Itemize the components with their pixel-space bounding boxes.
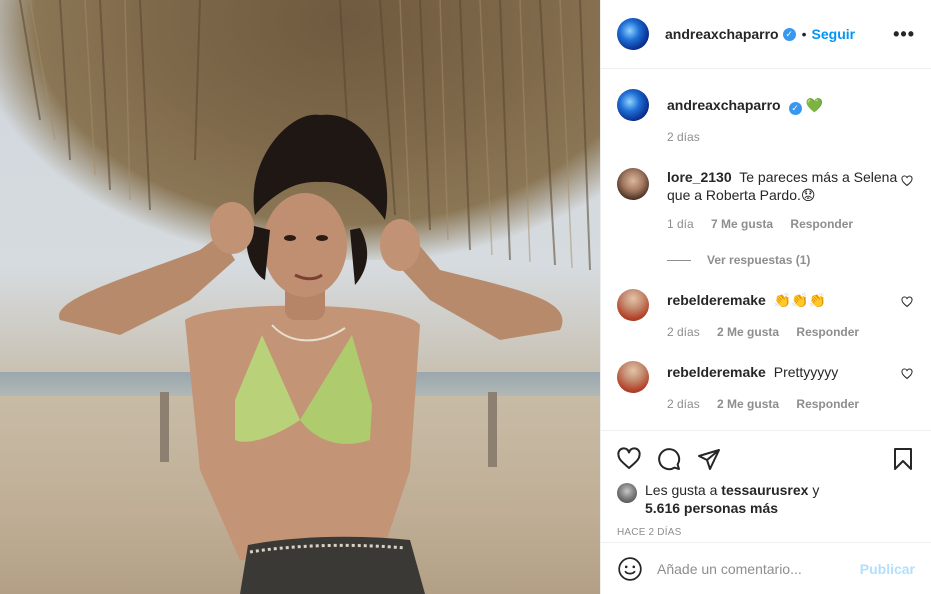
verified-badge-icon: ✓ bbox=[788, 102, 802, 115]
comment-text: Prettyyyyy bbox=[773, 364, 839, 380]
post-header: andreaxchaparro ✓ • Seguir ••• bbox=[601, 0, 931, 69]
caption-text: 💚 bbox=[805, 97, 823, 113]
more-options-icon[interactable]: ••• bbox=[893, 24, 915, 45]
comment-likes[interactable]: 2 Me gusta bbox=[717, 325, 779, 339]
commenter-avatar[interactable] bbox=[617, 289, 649, 321]
comments-list[interactable]: andreaxchaparro ✓ 💚 2 días lore_2130 Te p… bbox=[601, 69, 931, 430]
follow-button[interactable]: Seguir bbox=[812, 26, 856, 42]
caption-avatar[interactable] bbox=[617, 89, 649, 121]
reply-button[interactable]: Responder bbox=[796, 325, 859, 339]
comment-item: rebelderemake 👏👏👏 2 días 2 Me gusta Resp… bbox=[617, 289, 915, 341]
comment-time[interactable]: 2 días bbox=[667, 325, 700, 339]
post-photo[interactable] bbox=[0, 0, 600, 594]
save-bookmark-icon[interactable] bbox=[891, 447, 915, 471]
view-replies-button[interactable]: Ver respuestas (1) bbox=[667, 253, 915, 267]
share-send-icon[interactable] bbox=[697, 447, 721, 471]
like-comment-icon[interactable] bbox=[901, 289, 915, 311]
like-heart-icon[interactable] bbox=[617, 447, 641, 471]
commenter-avatar[interactable] bbox=[617, 168, 649, 200]
comment-composer: Publicar bbox=[601, 542, 931, 594]
verified-badge-icon: ✓ bbox=[782, 27, 796, 41]
comment-time[interactable]: 1 día bbox=[667, 217, 694, 231]
comment-bubble-icon[interactable] bbox=[657, 447, 681, 471]
reply-button[interactable]: Responder bbox=[790, 217, 853, 231]
liker-avatar[interactable] bbox=[617, 483, 637, 503]
liker-username[interactable]: tessaurusrex bbox=[721, 482, 808, 498]
publish-button[interactable]: Publicar bbox=[860, 561, 915, 577]
comment-likes[interactable]: 7 Me gusta bbox=[711, 217, 773, 231]
comment-text: 👏👏👏 bbox=[773, 292, 827, 308]
post-actions: Les gusta a tessaurusrex y 5.616 persona… bbox=[601, 430, 931, 542]
post-timestamp[interactable]: Hace 2 días bbox=[617, 527, 915, 538]
action-icons-row bbox=[617, 439, 915, 479]
likes-conjunction: y bbox=[812, 482, 820, 498]
caption-username[interactable]: andreaxchaparro bbox=[667, 97, 781, 113]
emoji-smiley-icon[interactable] bbox=[617, 556, 643, 582]
caption-time[interactable]: 2 días bbox=[667, 130, 700, 144]
caption-row: andreaxchaparro ✓ 💚 2 días bbox=[617, 89, 915, 146]
reply-button[interactable]: Responder bbox=[796, 397, 859, 411]
view-replies-label: Ver respuestas (1) bbox=[707, 253, 811, 267]
commenter-avatar[interactable] bbox=[617, 361, 649, 393]
comment-input[interactable] bbox=[657, 560, 860, 577]
author-avatar[interactable] bbox=[617, 18, 649, 50]
likes-summary[interactable]: Les gusta a tessaurusrex y 5.616 persona… bbox=[617, 481, 915, 517]
comment-likes[interactable]: 2 Me gusta bbox=[717, 397, 779, 411]
photo-woman-figure bbox=[59, 114, 563, 594]
comment-item: lore_2130 Te pareces más a Selena que a … bbox=[617, 168, 915, 233]
commenter-username[interactable]: rebelderemake bbox=[667, 364, 766, 380]
like-comment-icon[interactable] bbox=[901, 361, 915, 383]
comment-time[interactable]: 2 días bbox=[667, 397, 700, 411]
post-side-panel: andreaxchaparro ✓ • Seguir ••• andreaxch… bbox=[600, 0, 931, 594]
comment-item: rebelderemake Prettyyyyy 2 días 2 Me gus… bbox=[617, 361, 915, 413]
instagram-post-view: andreaxchaparro ✓ • Seguir ••• andreaxch… bbox=[0, 0, 931, 594]
likes-count[interactable]: 5.616 personas más bbox=[645, 500, 778, 516]
author-username[interactable]: andreaxchaparro bbox=[665, 26, 779, 42]
like-comment-icon[interactable] bbox=[901, 168, 915, 190]
header-separator: • bbox=[801, 26, 807, 42]
likes-prefix: Les gusta a bbox=[645, 482, 718, 498]
replies-line bbox=[667, 259, 691, 261]
commenter-username[interactable]: rebelderemake bbox=[667, 292, 766, 308]
commenter-username[interactable]: lore_2130 bbox=[667, 169, 732, 185]
